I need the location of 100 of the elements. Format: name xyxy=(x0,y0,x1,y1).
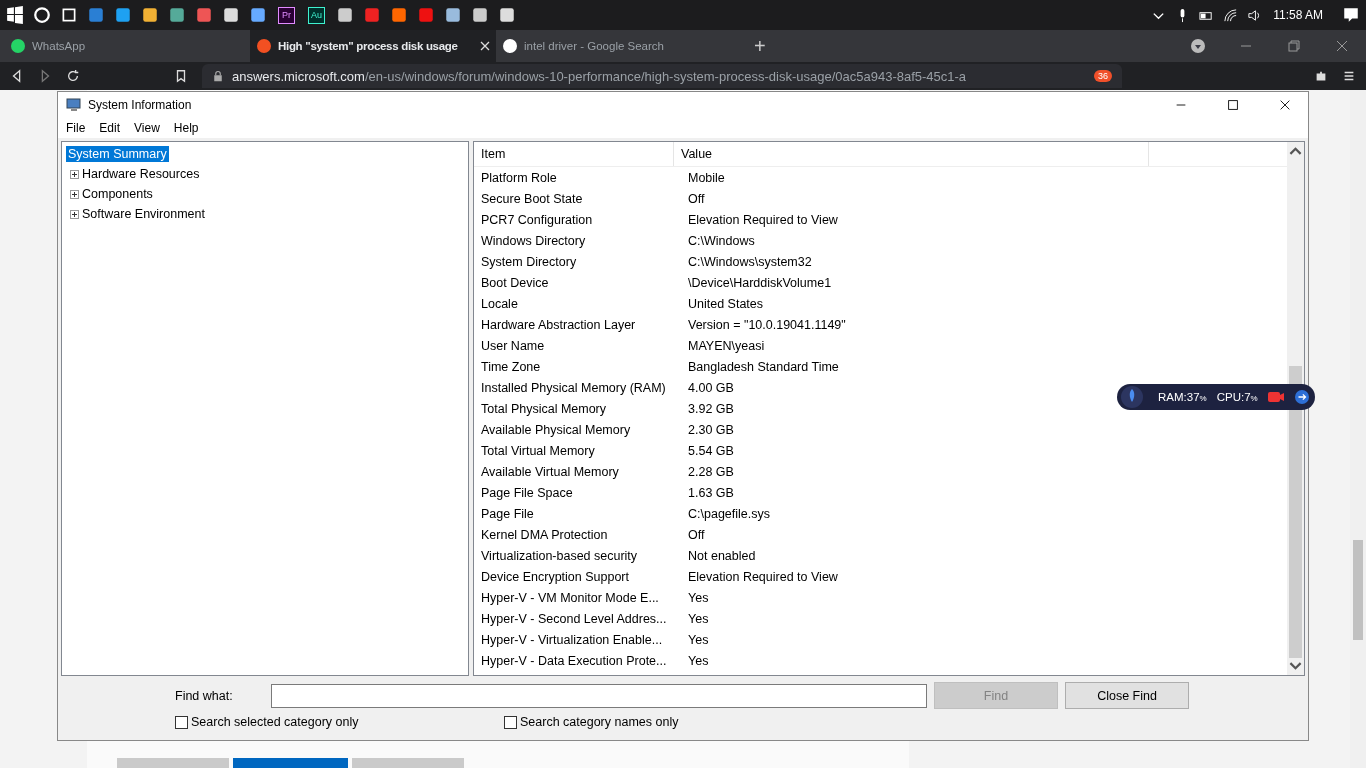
table-cell-text: Off xyxy=(687,527,705,542)
browser-tab[interactable]: intel driver - Google Search xyxy=(496,30,742,62)
wifi-icon[interactable] xyxy=(1223,7,1239,23)
close-icon[interactable] xyxy=(1278,98,1292,112)
clock[interactable]: 11:58 AM xyxy=(1273,8,1323,22)
table-cell-text: Time Zone xyxy=(480,359,542,374)
monitor-widget[interactable]: RAM:37% CPU:7% xyxy=(1117,384,1315,410)
ram-usage: RAM:37% xyxy=(1158,391,1207,403)
browser-tab[interactable]: High "system" process disk usage xyxy=(250,30,496,62)
table-cell-text: Off xyxy=(687,191,705,206)
checkbox-label[interactable]: Search selected category only xyxy=(191,715,359,729)
new-tab-button[interactable]: + xyxy=(742,30,778,62)
browser-tab[interactable]: WhatsApp xyxy=(4,30,250,62)
menu-item[interactable]: Help xyxy=(173,121,199,135)
menu-item[interactable]: Edit xyxy=(99,121,121,135)
app-icon[interactable] xyxy=(444,6,462,24)
restore-icon[interactable] xyxy=(1286,38,1302,54)
tree-item[interactable]: Components xyxy=(80,186,155,202)
column-header[interactable]: Value xyxy=(674,142,1149,166)
app-icon[interactable] xyxy=(222,6,240,24)
table-cell-text: 5.54 GB xyxy=(687,443,734,458)
table-cell-text: C:\Windows\system32 xyxy=(687,254,812,269)
app-icon[interactable] xyxy=(336,6,354,24)
table-cell-text: 4.00 GB xyxy=(687,380,734,395)
table-cell-text: Hardware Abstraction Layer xyxy=(480,317,637,332)
app-icon[interactable] xyxy=(249,6,267,24)
table-cell-text: Elevation Required to View xyxy=(687,569,838,584)
cpu-usage: CPU:7% xyxy=(1216,391,1258,403)
scrollbar[interactable] xyxy=(1287,142,1304,675)
search-icon[interactable] xyxy=(33,6,51,24)
premiere-app-icon[interactable]: Pr xyxy=(278,6,295,24)
checkbox[interactable] xyxy=(504,715,517,729)
maximize-icon[interactable] xyxy=(1226,98,1240,112)
table-cell-text: Available Virtual Memory xyxy=(480,464,620,479)
table-cell-text: Hyper-V - Virtualization Enable... xyxy=(480,632,664,647)
close-find-button[interactable]: Close Find xyxy=(1065,682,1189,709)
audition-app-icon[interactable]: Au xyxy=(308,6,325,24)
table-cell-text: Not enabled xyxy=(687,548,756,563)
tree-item[interactable]: System Summary xyxy=(66,146,169,162)
window-title: System Information xyxy=(88,98,192,112)
table-cell-text: PCR7 Configuration xyxy=(480,212,594,227)
menu-item[interactable]: View xyxy=(134,121,160,135)
expand-icon[interactable] xyxy=(70,170,79,179)
table-cell-text: Yes xyxy=(687,653,709,668)
menu-icon[interactable] xyxy=(1342,69,1356,83)
table-cell-text: Secure Boot State xyxy=(480,191,584,206)
table-cell-text: MAYEN\yeasi xyxy=(687,338,765,353)
expand-icon[interactable] xyxy=(70,190,79,199)
table-cell-text: Platform Role xyxy=(480,170,558,185)
notification-icon[interactable] xyxy=(1342,6,1360,24)
checkbox[interactable] xyxy=(175,715,188,729)
scrollbar-thumb[interactable] xyxy=(1353,540,1363,640)
table-cell-text: Hyper-V - VM Monitor Mode E... xyxy=(480,590,660,605)
app-icon[interactable] xyxy=(498,6,516,24)
table-cell-text: Windows Directory xyxy=(480,233,587,248)
table-cell-text: C:\Windows xyxy=(687,233,755,248)
table-cell-text: Yes xyxy=(687,590,709,605)
record-icon[interactable] xyxy=(1267,390,1284,404)
table-cell-text: Hyper-V - Second Level Addres... xyxy=(480,611,668,626)
bookmark-icon[interactable] xyxy=(174,69,188,83)
tree-item[interactable]: Software Environment xyxy=(80,206,207,222)
checkbox-label[interactable]: Search category names only xyxy=(520,715,679,729)
table-cell-text: Installed Physical Memory (RAM) xyxy=(480,380,667,395)
app-icon[interactable] xyxy=(141,6,159,24)
close-icon[interactable] xyxy=(480,41,490,51)
table-cell-text: System Directory xyxy=(480,254,578,269)
find-label: Find what: xyxy=(175,688,234,703)
tree-item[interactable]: Hardware Resources xyxy=(80,166,202,182)
app-icon[interactable] xyxy=(114,6,132,24)
scrollbar-thumb[interactable] xyxy=(1289,366,1302,658)
menu-item[interactable]: File xyxy=(66,121,86,135)
table-cell-text: \Device\HarddiskVolume1 xyxy=(687,275,832,290)
favicon-icon xyxy=(256,38,272,54)
expand-icon[interactable] xyxy=(70,210,79,219)
table-cell-text: Page File Space xyxy=(480,485,574,500)
table-cell-text: Locale xyxy=(480,296,519,311)
app-icon[interactable] xyxy=(471,6,489,24)
table-cell-text: Hyper-V - Data Execution Prote... xyxy=(480,653,668,668)
reload-icon[interactable] xyxy=(66,69,80,83)
address-bar[interactable]: answers.microsoft.com/en-us/windows/forum/windows-10-performance/high-system-process-disk-usage/0ac5a943-8af5-45c1-a 36 xyxy=(202,64,1122,88)
table-cell-text: Elevation Required to View xyxy=(687,212,838,227)
table-cell-text: 2.28 GB xyxy=(687,464,734,479)
app-icon[interactable] xyxy=(168,6,186,24)
column-header[interactable]: Item xyxy=(474,142,674,166)
favicon-icon xyxy=(502,38,518,54)
table-cell-text: Device Encryption Support xyxy=(480,569,630,584)
table-cell-text: Page File xyxy=(480,506,535,521)
dropdown-icon[interactable] xyxy=(1190,38,1206,54)
table-cell-text: Total Physical Memory xyxy=(480,401,608,416)
table-cell-text: Yes xyxy=(687,632,709,647)
windows-icon[interactable] xyxy=(6,6,24,24)
url-text: answers.microsoft.com/en-us/windows/forum/windows-10-performance/high-system-process-disk-usage/0ac5a943-8af5-45c1-a xyxy=(232,68,968,84)
app-icon[interactable] xyxy=(390,6,408,24)
find-field[interactable] xyxy=(271,683,927,708)
tab-title: intel driver - Google Search xyxy=(524,40,665,52)
arrow-right-icon[interactable] xyxy=(1293,390,1310,404)
table-cell-text: Available Physical Memory xyxy=(480,422,632,437)
table-cell-text: 2.30 GB xyxy=(687,422,734,437)
task-view-icon[interactable] xyxy=(60,6,78,24)
shields-badge[interactable]: 36 xyxy=(1094,70,1112,82)
